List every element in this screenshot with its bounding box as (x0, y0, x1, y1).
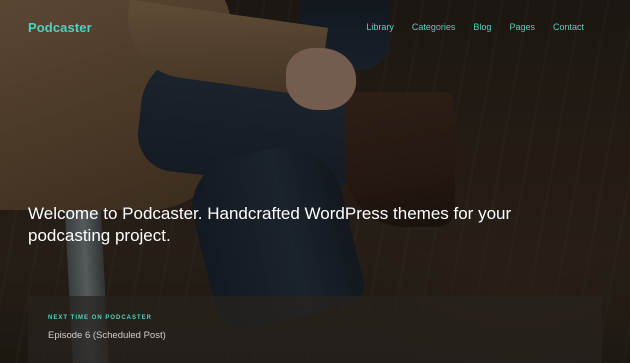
nav-item-library[interactable]: Library (366, 22, 394, 32)
nav-item-blog[interactable]: Blog (473, 22, 491, 32)
next-episode-panel: NEXT TIME ON PODCASTER Episode 6 (Schedu… (28, 296, 602, 363)
main-navigation: Library Categories Blog Pages Contact (366, 22, 584, 32)
nav-item-contact[interactable]: Contact (553, 22, 584, 32)
nav-item-pages[interactable]: Pages (509, 22, 535, 32)
next-episode-link[interactable]: Episode 6 (Scheduled Post) (48, 330, 166, 341)
nav-item-categories[interactable]: Categories (412, 22, 456, 32)
site-header: Podcaster Library Categories Blog Pages … (0, 0, 630, 56)
site-title-link[interactable]: Podcaster (28, 20, 92, 35)
hero-headline: Welcome to Podcaster. Handcrafted WordPr… (28, 204, 512, 245)
next-episode-label: NEXT TIME ON PODCASTER (48, 315, 153, 321)
